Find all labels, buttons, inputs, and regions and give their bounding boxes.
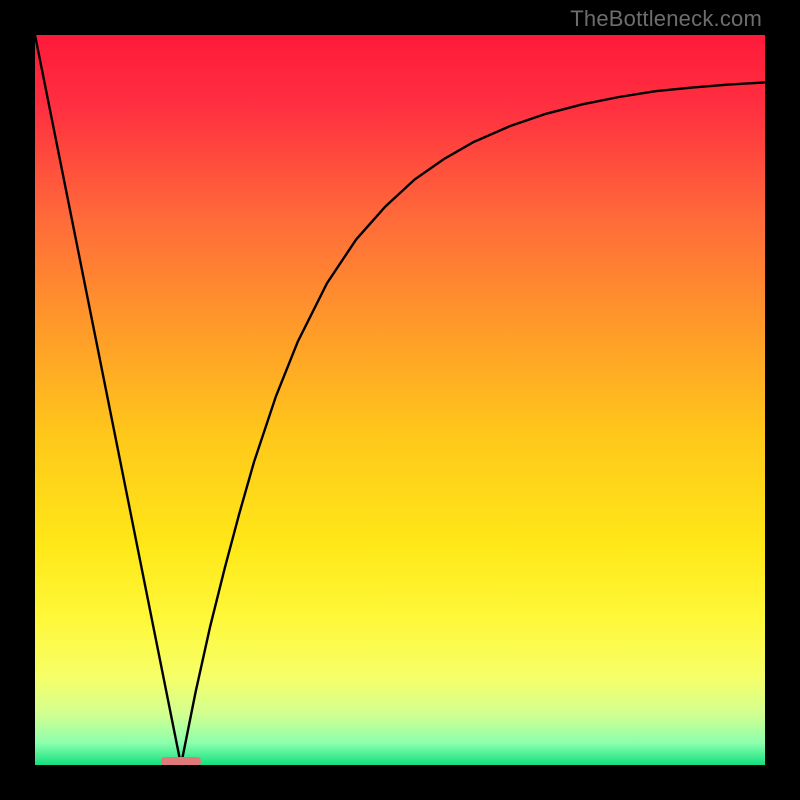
bottleneck-curve bbox=[35, 35, 765, 765]
chart-frame: TheBottleneck.com bbox=[0, 0, 800, 800]
chart-curve-layer bbox=[35, 35, 765, 765]
chart-plot-area bbox=[35, 35, 765, 765]
basin-marker bbox=[161, 757, 201, 765]
watermark-text: TheBottleneck.com bbox=[570, 6, 762, 32]
